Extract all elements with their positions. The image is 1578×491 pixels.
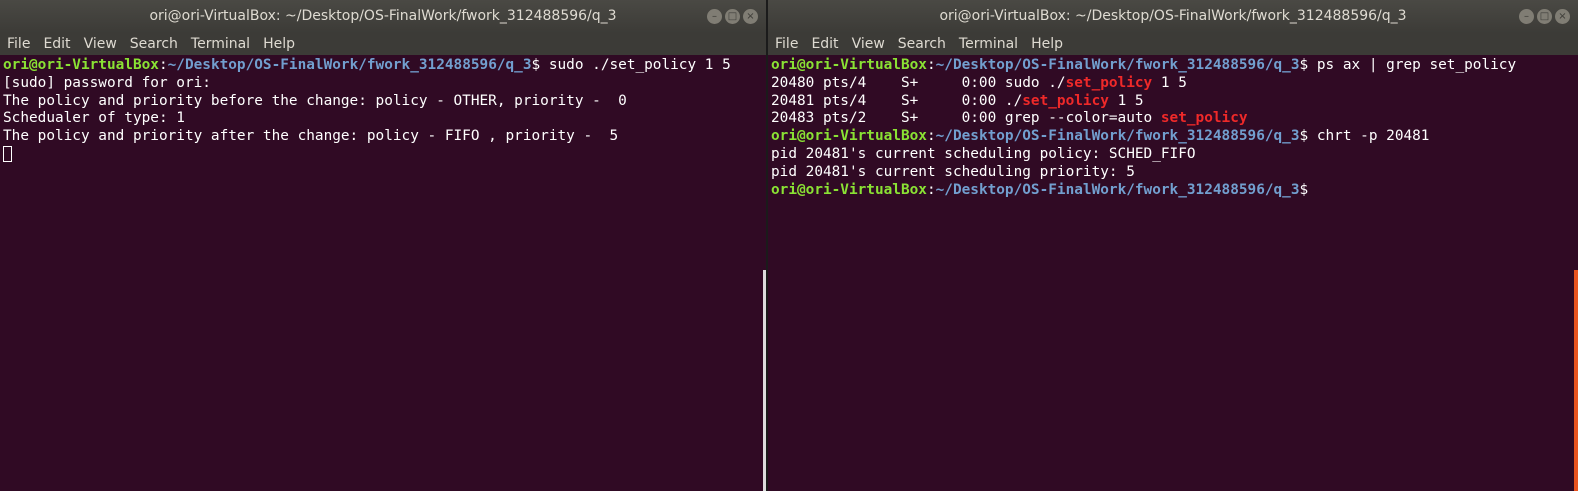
maximize-icon[interactable]: □ xyxy=(1537,9,1552,24)
command-text: sudo ./set_policy 1 5 xyxy=(548,57,731,73)
terminal-output-left[interactable]: ori@ori-VirtualBox:~/Desktop/OS-FinalWor… xyxy=(0,55,766,164)
prompt-path: ~/Desktop/OS-FinalWork/fwork_312488596/q… xyxy=(935,181,1300,198)
window-title-left: ori@ori-VirtualBox: ~/Desktop/OS-FinalWo… xyxy=(149,8,617,24)
ps-row: 20483 pts/2 S+ 0:00 grep --color=auto se… xyxy=(771,110,1578,128)
cursor-line xyxy=(3,145,766,164)
prompt-user: ori@ori-VirtualBox xyxy=(771,57,927,73)
close-icon[interactable]: × xyxy=(743,9,758,24)
menu-terminal[interactable]: Terminal xyxy=(191,33,250,55)
ps-row-text: 20481 pts/4 S+ 0:00 ./ xyxy=(771,92,1023,109)
ps-row-suffix: 1 5 xyxy=(1152,74,1187,91)
close-icon[interactable]: × xyxy=(1555,9,1570,24)
menu-file[interactable]: File xyxy=(7,33,30,55)
scrollbar-right[interactable] xyxy=(1574,270,1578,491)
window-controls-right: – □ × xyxy=(1519,9,1570,24)
terminal-window-left[interactable]: ori@ori-VirtualBox: ~/Desktop/OS-FinalWo… xyxy=(0,0,766,491)
window-controls-left: – □ × xyxy=(707,9,758,24)
desktop: ori@ori-VirtualBox: ~/Desktop/OS-FinalWo… xyxy=(0,0,1578,491)
minimize-icon[interactable]: – xyxy=(1519,9,1534,24)
menu-search[interactable]: Search xyxy=(898,33,946,55)
prompt-user: ori@ori-VirtualBox xyxy=(3,57,159,73)
terminal-cursor xyxy=(3,145,12,162)
prompt-path: ~/Desktop/OS-FinalWork/fwork_312488596/q… xyxy=(935,128,1300,145)
title-bar-right[interactable]: ori@ori-VirtualBox: ~/Desktop/OS-FinalWo… xyxy=(768,0,1578,33)
menu-bar-left: File Edit View Search Terminal Help xyxy=(0,33,766,55)
menu-view[interactable]: View xyxy=(84,33,117,55)
grep-match: set_policy xyxy=(1022,92,1109,109)
menu-search[interactable]: Search xyxy=(130,33,178,55)
ps-row-suffix: 1 5 xyxy=(1108,92,1144,109)
menu-file[interactable]: File xyxy=(775,33,798,55)
prompt-path: ~/Desktop/OS-FinalWork/fwork_312488596/q… xyxy=(167,57,532,73)
output-line: The policy and priority after the change… xyxy=(3,128,619,145)
prompt-user: ori@ori-VirtualBox xyxy=(771,128,927,145)
terminal-window-right[interactable]: ori@ori-VirtualBox: ~/Desktop/OS-FinalWo… xyxy=(768,0,1578,491)
ps-row: 20480 pts/4 S+ 0:00 sudo ./set_policy 1 … xyxy=(771,75,1578,93)
menu-help[interactable]: Help xyxy=(1031,33,1063,55)
terminal-output-right[interactable]: ori@ori-VirtualBox:~/Desktop/OS-FinalWor… xyxy=(768,55,1578,199)
command-text: ps ax | grep set_policy xyxy=(1316,57,1517,73)
grep-match: set_policy xyxy=(1065,74,1153,91)
menu-view[interactable]: View xyxy=(852,33,885,55)
output-line: The policy and priority before the chang… xyxy=(3,92,627,109)
command-text: chrt -p 20481 xyxy=(1316,128,1430,145)
window-title-right: ori@ori-VirtualBox: ~/Desktop/OS-FinalWo… xyxy=(939,8,1407,24)
prompt-line: ori@ori-VirtualBox:~/Desktop/OS-FinalWor… xyxy=(771,57,1517,73)
prompt-path: ~/Desktop/OS-FinalWork/fwork_312488596/q… xyxy=(935,57,1300,73)
grep-match: set_policy xyxy=(1160,110,1248,127)
prompt-line: ori@ori-VirtualBox:~/Desktop/OS-FinalWor… xyxy=(3,57,731,73)
menu-terminal[interactable]: Terminal xyxy=(959,33,1018,55)
menu-help[interactable]: Help xyxy=(263,33,295,55)
prompt-line: ori@ori-VirtualBox:~/Desktop/OS-FinalWor… xyxy=(771,181,1309,198)
prompt-user: ori@ori-VirtualBox xyxy=(771,181,927,198)
output-line: Schedualer of type: 1 xyxy=(3,110,185,127)
prompt-line: ori@ori-VirtualBox:~/Desktop/OS-FinalWor… xyxy=(771,128,1430,145)
title-bar-left[interactable]: ori@ori-VirtualBox: ~/Desktop/OS-FinalWo… xyxy=(0,0,766,33)
output-line: [sudo] password for ori: xyxy=(3,74,211,91)
ps-row-text: 20483 pts/2 S+ 0:00 grep --color=auto xyxy=(771,110,1161,127)
output-line: pid 20481's current scheduling policy: S… xyxy=(771,145,1196,162)
menu-edit[interactable]: Edit xyxy=(811,33,838,55)
maximize-icon[interactable]: □ xyxy=(725,9,740,24)
minimize-icon[interactable]: – xyxy=(707,9,722,24)
menu-bar-right: File Edit View Search Terminal Help xyxy=(768,33,1578,55)
menu-edit[interactable]: Edit xyxy=(43,33,70,55)
output-line: pid 20481's current scheduling priority:… xyxy=(771,163,1135,180)
ps-row: 20481 pts/4 S+ 0:00 ./set_policy 1 5 xyxy=(771,93,1578,111)
ps-row-text: 20480 pts/4 S+ 0:00 sudo ./ xyxy=(771,74,1066,91)
